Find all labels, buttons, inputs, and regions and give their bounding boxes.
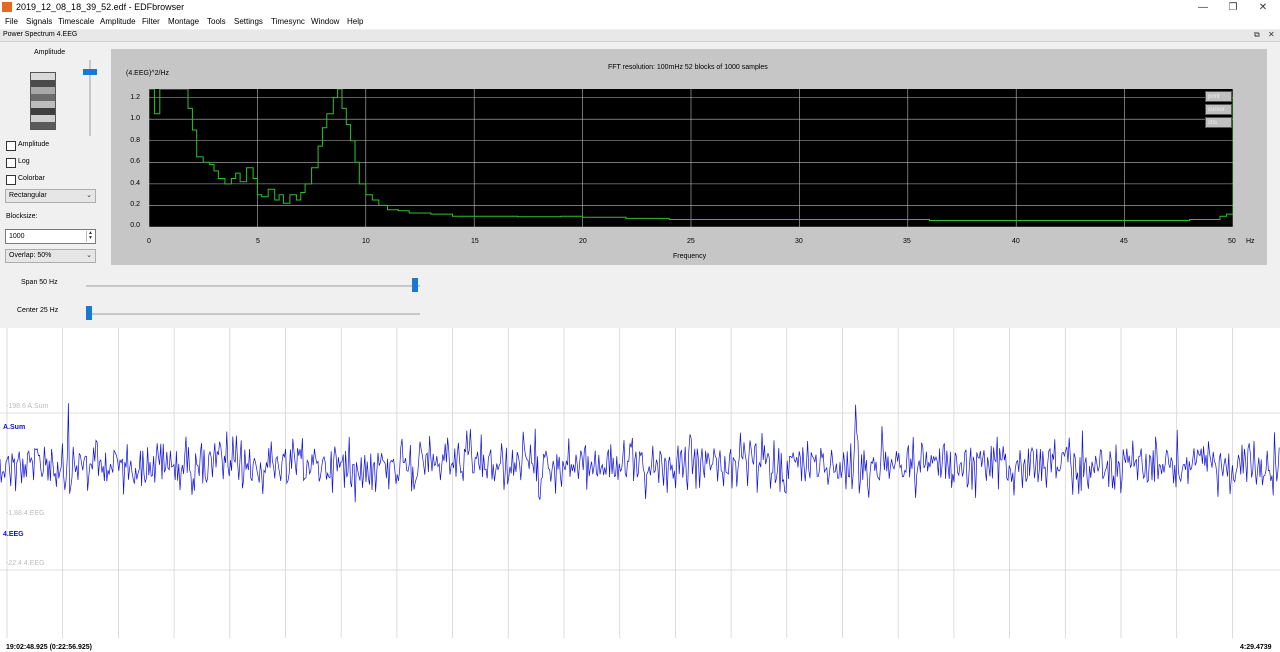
eeg-trace — [0, 403, 1280, 503]
y-tick-label: 0.4 — [130, 180, 140, 187]
x-axis-label: Frequency — [673, 253, 707, 260]
lower-scale-label: -22.4 4.EEG — [6, 560, 45, 567]
spin-down-icon[interactable]: ▼ — [88, 235, 93, 241]
signal-grid — [0, 328, 1280, 638]
chevron-down-icon: ⌄ — [86, 252, 92, 259]
menu-filter[interactable]: Filter — [142, 17, 160, 26]
window-titlebar: 2019_12_08_18_39_52.edf - EDFbrowser — ❐… — [0, 0, 1280, 15]
close-button[interactable]: ✕ — [1246, 0, 1280, 15]
menu-tools[interactable]: Tools — [207, 17, 226, 26]
fft-resolution-text: FFT resolution: 100mHz 52 blocks of 1000… — [608, 64, 768, 71]
log-checkbox-label: Log — [18, 158, 30, 165]
menu-signals[interactable]: Signals — [26, 17, 52, 26]
print-button[interactable]: print — [1205, 91, 1232, 102]
overlap-value: Overlap: 50% — [9, 252, 52, 259]
signal-svg — [0, 328, 1280, 638]
checkbox-icon[interactable] — [6, 175, 16, 185]
blocksize-spinbox[interactable]: 1000 ▲ ▼ — [5, 229, 96, 244]
x-tick-label: 30 — [795, 238, 803, 245]
blocksize-label: Blocksize: — [6, 213, 38, 220]
y-tick-label: 0.6 — [130, 158, 140, 165]
minimize-button[interactable]: — — [1186, 0, 1220, 15]
start-time-label: 19:02:48.925 (0:22:56.925) — [6, 644, 93, 651]
amplitude-colorbar — [30, 72, 56, 130]
cursor-button[interactable]: cursor — [1205, 104, 1232, 115]
power-spectrum-titlebar: Power Spectrum 4.EEG ⧉ ✕ — [0, 30, 1280, 42]
spectrum-grid — [149, 89, 1233, 227]
float-icon[interactable]: ⧉ — [1254, 30, 1260, 40]
center-label: Center 25 Hz — [17, 307, 59, 314]
amplitude-label: Amplitude — [34, 49, 66, 56]
window-function-value: Rectangular — [9, 192, 47, 199]
mid-scale-label: -1.88 4.EEG — [6, 510, 45, 517]
x-tick-label: 45 — [1120, 238, 1128, 245]
blocksize-value[interactable]: 1000 — [9, 233, 25, 240]
y-tick-label: 1.2 — [130, 94, 140, 101]
amplitude-checkbox-label: Amplitude — [18, 141, 50, 148]
center-slider-track[interactable] — [86, 313, 420, 315]
window-title: 2019_12_08_18_39_52.edf - EDFbrowser — [16, 2, 185, 12]
x-tick-label: 20 — [579, 238, 587, 245]
duration-label: 4:29.4739 — [1240, 644, 1272, 651]
span-label: Span 50 Hz — [21, 279, 58, 286]
spectrum-svg — [149, 89, 1233, 227]
checkbox-icon[interactable] — [6, 158, 16, 168]
y-tick-label: 0.0 — [130, 222, 140, 229]
center-slider-handle[interactable] — [86, 306, 92, 320]
x-tick-label: 15 — [471, 238, 479, 245]
power-spectrum-title: Power Spectrum 4.EEG — [3, 31, 78, 38]
spin-arrows-icon[interactable]: ▲ ▼ — [86, 231, 94, 242]
y-tick-label: 1.0 — [130, 115, 140, 122]
x-tick-label: 40 — [1012, 238, 1020, 245]
x-tick-label: 5 — [256, 238, 260, 245]
span-slider-handle[interactable] — [412, 278, 418, 292]
signal-label-4eeg[interactable]: 4.EEG — [3, 531, 24, 538]
signal-view[interactable]: -198.6 A.Sum A.Sum -1.88 4.EEG 4.EEG -22… — [0, 328, 1280, 652]
restore-button[interactable]: ❐ — [1216, 0, 1250, 15]
window-function-select[interactable]: Rectangular ⌄ — [5, 189, 96, 203]
menu-help[interactable]: Help — [347, 17, 363, 26]
amplitude-slider-handle[interactable] — [83, 69, 97, 75]
y-tick-label: 0.8 — [130, 137, 140, 144]
chevron-down-icon: ⌄ — [86, 192, 92, 199]
y-tick-label: 0.2 — [130, 201, 140, 208]
menu-timesync[interactable]: Timesync — [271, 17, 305, 26]
span-slider-track[interactable] — [86, 285, 420, 287]
x-tick-label: 25 — [687, 238, 695, 245]
menu-file[interactable]: File — [5, 17, 18, 26]
x-tick-label: 0 — [147, 238, 151, 245]
signal-label-asum[interactable]: A.Sum — [3, 424, 25, 431]
colorbar-checkbox-label: Colorbar — [18, 175, 45, 182]
menu-settings[interactable]: Settings — [234, 17, 263, 26]
x-tick-label: 10 — [362, 238, 370, 245]
subwindow-close-icon[interactable]: ✕ — [1268, 30, 1275, 39]
x-axis-unit: Hz — [1246, 238, 1255, 245]
menu-amplitude[interactable]: Amplitude — [100, 17, 136, 26]
menu-timescale[interactable]: Timescale — [58, 17, 94, 26]
menu-window[interactable]: Window — [311, 17, 339, 26]
upper-scale-label: -198.6 A.Sum — [6, 403, 49, 410]
app-icon — [2, 2, 12, 12]
overlap-select[interactable]: Overlap: 50% ⌄ — [5, 249, 96, 263]
ctls-button[interactable]: ctls — [1205, 117, 1232, 128]
x-tick-label: 50 — [1228, 238, 1236, 245]
menubar: File Signals Timescale Amplitude Filter … — [0, 15, 1280, 29]
spectrum-plot[interactable] — [149, 89, 1233, 227]
checkbox-icon[interactable] — [6, 141, 16, 151]
x-tick-label: 35 — [903, 238, 911, 245]
menu-montage[interactable]: Montage — [168, 17, 199, 26]
y-axis-unit: (4.EEG)^2/Hz — [126, 70, 169, 77]
